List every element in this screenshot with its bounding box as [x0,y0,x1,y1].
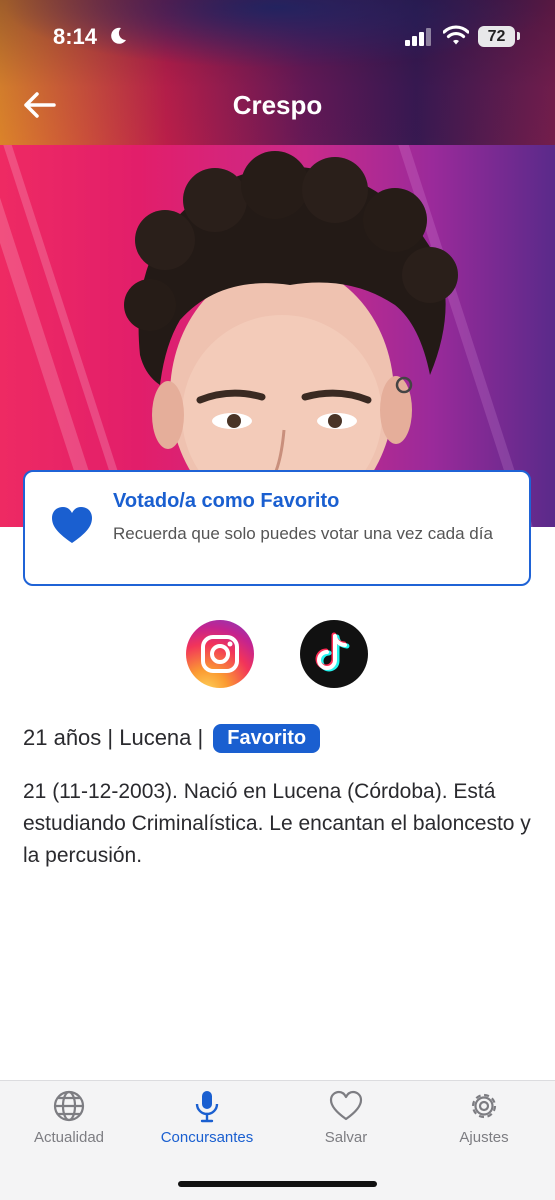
gear-icon [471,1093,497,1119]
battery-indicator: 72 [478,26,515,47]
page-title: Crespo [232,90,323,120]
heart-filled-icon [52,507,92,543]
vote-card-title: Votado/a como Favorito [113,490,340,512]
tab-ajustes[interactable]: Ajustes [415,1089,553,1149]
vote-status-card: Votado/a como Favorito Recuerda que solo… [23,470,531,586]
tab-concursantes[interactable]: Concursantes [138,1089,276,1149]
tiktok-button[interactable] [300,620,368,688]
vote-card-subtitle: Recuerda que solo puedes votar una vez c… [113,524,493,543]
battery-level: 72 [487,28,506,45]
heart-outline-icon [329,1090,363,1121]
tab-label-ajustes: Ajustes [459,1129,509,1146]
wifi-icon [443,25,469,45]
tab-actualidad[interactable]: Actualidad [0,1089,138,1149]
tab-salvar[interactable]: Salvar [277,1089,415,1149]
tiktok-icon [315,632,350,672]
globe-icon [53,1090,85,1122]
instagram-icon [201,635,239,673]
tab-label-actualidad: Actualidad [33,1129,105,1146]
moon-icon [111,27,126,44]
favorite-badge: Favorito [213,723,321,753]
age-city-text: 21 años | Lucena | [23,725,204,750]
status-time: 8:14 [53,24,98,49]
signal-icon [405,28,431,46]
status-bar: 8:14 72 [0,0,555,70]
tab-label-salvar: Salvar [324,1129,368,1146]
battery-tip [517,32,520,40]
microphone-icon [195,1091,219,1123]
nav-bar: Crespo [0,80,555,130]
contestant-info: 21 años | Lucena | Favorito [23,722,321,754]
contestant-bio: 21 (11-12-2003). Nació en Lucena (Córdob… [23,780,531,867]
header: 8:14 72 Crespo [0,0,555,145]
tab-label-concursantes: Concursantes [160,1129,254,1146]
instagram-button[interactable] [186,620,254,688]
home-indicator[interactable] [178,1181,377,1187]
